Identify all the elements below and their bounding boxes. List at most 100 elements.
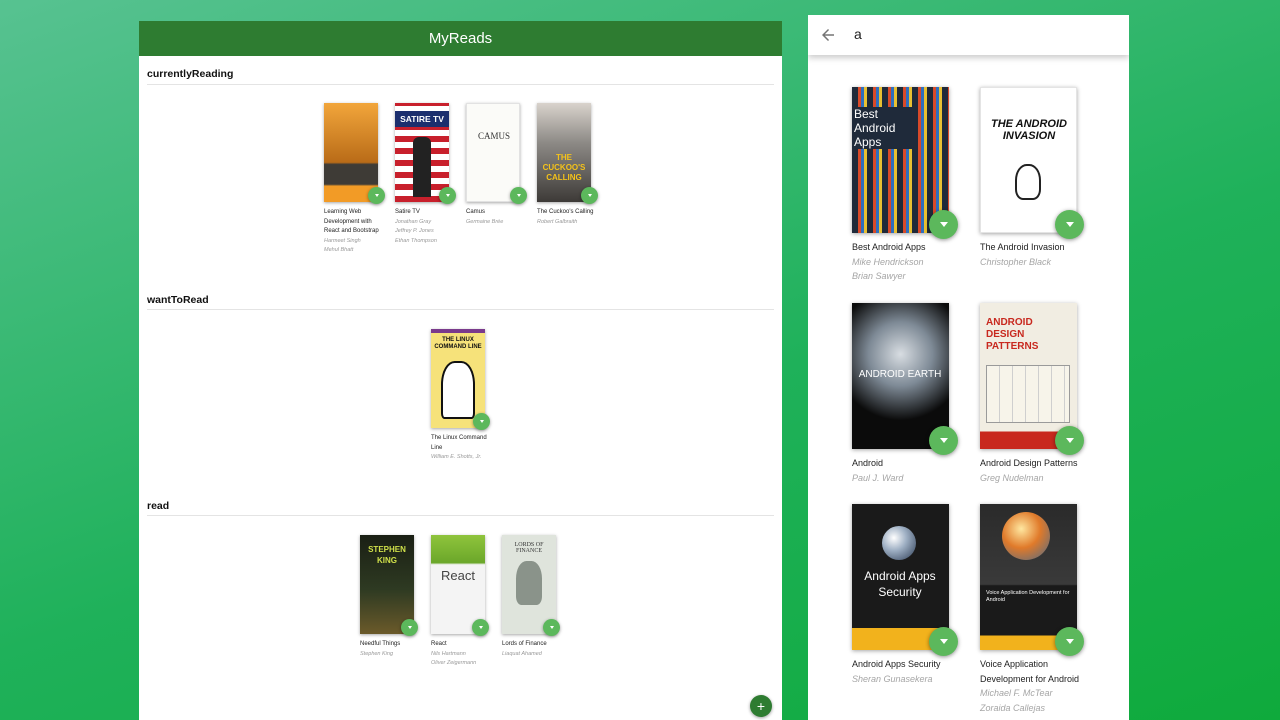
app-header: MyReads <box>139 21 782 56</box>
cover-title: Best Android Apps <box>854 107 914 149</box>
book-title: Camus <box>466 209 486 215</box>
cover-illustration <box>986 365 1070 423</box>
cover-title: ANDROID DESIGN PATTERNS <box>986 317 1039 352</box>
book-cover[interactable] <box>324 103 378 202</box>
book-cover[interactable]: SATIRE TV <box>395 103 449 202</box>
book-author: Oliver Zeigermann <box>431 660 477 666</box>
book-author: Liaquat Ahamed <box>502 650 542 657</box>
shelf-changer-button[interactable] <box>473 413 490 430</box>
book-author: Jonathan Gray <box>395 218 432 225</box>
cover-title: React <box>441 568 475 583</box>
add-book-button[interactable]: + <box>750 695 772 717</box>
shelf-title-want-to-read: wantToRead <box>147 294 209 306</box>
search-result-item[interactable]: ANDROID EARTH Android Paul J. Ward <box>852 303 968 485</box>
cover-illustration <box>441 361 475 419</box>
shelf-changer-button[interactable] <box>929 627 958 656</box>
book-author: Greg Nudelman <box>980 472 1044 483</box>
cover-illustration <box>1015 164 1041 200</box>
cover-illustration <box>1002 512 1050 560</box>
book-author: Sheran Gunasekera <box>852 673 933 684</box>
book-item[interactable]: LORDS OF FINANCE Lords of Finance Liaqua… <box>502 535 564 659</box>
book-title: Satire TV <box>395 209 420 215</box>
shelf-changer-button[interactable] <box>401 619 418 636</box>
book-author: Paul J. Ward <box>852 472 904 483</box>
book-cover[interactable]: Android Apps Security <box>852 504 949 650</box>
book-author: Mehul Bhatt <box>324 247 354 253</box>
book-title: React <box>431 641 447 647</box>
shelf-changer-button[interactable] <box>1055 426 1084 455</box>
shelf-changer-button[interactable] <box>510 187 527 204</box>
book-item[interactable]: SATIRE TV Satire TV Jonathan Gray Jeffre… <box>395 103 457 246</box>
shelf-changer-button[interactable] <box>439 187 456 204</box>
shelf-changer-button[interactable] <box>929 210 958 239</box>
shelf-divider <box>147 515 774 516</box>
shelf-title-read: read <box>147 500 170 512</box>
book-title: Android Design Patterns <box>980 458 1078 468</box>
cover-title: Android Apps Security <box>864 569 936 599</box>
book-title: Needful Things <box>360 641 401 647</box>
book-author: Ethan Thompson <box>395 237 437 244</box>
book-title: Android Apps Security <box>852 659 941 669</box>
cover-illustration <box>516 561 542 605</box>
book-cover[interactable]: Best Android Apps <box>852 87 949 233</box>
book-author: Zoraida Callejas <box>980 702 1046 713</box>
shelf-changer-button[interactable] <box>543 619 560 636</box>
book-item[interactable]: Learning Web Development with React and … <box>324 103 386 256</box>
book-item[interactable]: THE LINUX COMMAND LINE The Linux Command… <box>431 329 493 463</box>
cover-title: LORDS OF FINANCE <box>514 542 544 554</box>
book-title: Android <box>852 458 884 468</box>
book-item[interactable]: THE CUCKOO'S CALLING The Cuckoo's Callin… <box>537 103 599 227</box>
book-author: Christopher Black <box>980 256 1052 267</box>
search-result-item[interactable]: Best Android Apps Best Android Apps Mike… <box>852 87 968 284</box>
book-author: Robert Galbraith <box>537 218 578 225</box>
book-cover[interactable]: CAMUS <box>466 103 520 202</box>
app-title: MyReads <box>428 30 493 47</box>
book-author: Michael F. McTear <box>980 688 1053 698</box>
cover-title: SATIRE TV <box>395 111 449 127</box>
book-author: Brian Sawyer <box>852 271 906 281</box>
book-title: Learning Web Development with React and … <box>324 209 379 234</box>
book-item[interactable]: CAMUS Camus Germaine Brée <box>466 103 528 227</box>
shelf-changer-button[interactable] <box>581 187 598 204</box>
book-item[interactable]: React React Nils Hartmann Oliver Zeigerm… <box>431 535 493 669</box>
book-title: The Android Invasion <box>980 242 1065 252</box>
book-title: Lords of Finance <box>502 641 547 647</box>
search-result-item[interactable]: ANDROID DESIGN PATTERNS Android Design P… <box>980 303 1096 485</box>
shelf-title-currently-reading: currentlyReading <box>147 68 234 80</box>
cover-illustration <box>882 526 916 560</box>
cover-title: STEPHEN KING <box>368 545 406 565</box>
back-arrow-icon[interactable] <box>819 26 837 44</box>
book-cover[interactable]: THE CUCKOO'S CALLING <box>537 103 591 202</box>
cover-title: ANDROID EARTH <box>858 369 942 380</box>
cover-title: CAMUS <box>477 131 510 141</box>
search-input[interactable]: a <box>854 26 862 42</box>
cover-title: THE ANDROID INVASION <box>991 118 1067 142</box>
book-cover[interactable]: ANDROID EARTH <box>852 303 949 449</box>
book-title: The Cuckoo's Calling <box>537 209 594 215</box>
shelf-changer-button[interactable] <box>472 619 489 636</box>
search-result-item[interactable]: Voice Application Development for Androi… <box>980 504 1096 715</box>
shelf-changer-button[interactable] <box>1055 210 1084 239</box>
book-title: Best Android Apps <box>852 242 926 252</box>
book-title: The Linux Command Line <box>431 435 487 451</box>
search-result-item[interactable]: Android Apps Security Android Apps Secur… <box>852 504 968 686</box>
book-author: Stephen King <box>360 650 394 657</box>
book-item[interactable]: STEPHEN KING Needful Things Stephen King <box>360 535 422 659</box>
cover-title: Voice Application Development for Androi… <box>986 590 1070 603</box>
cover-title: THE CUCKOO'S CALLING <box>542 153 586 182</box>
book-author: Nils Hartmann <box>431 650 466 657</box>
shelf-changer-button[interactable] <box>929 426 958 455</box>
cover-stripe <box>431 329 485 333</box>
book-author: Mike Hendrickson <box>852 256 924 267</box>
book-author: Harmeet Singh <box>324 237 361 244</box>
book-author: Germaine Brée <box>466 218 504 225</box>
search-bar: a <box>808 15 1129 55</box>
cover-figure <box>413 137 431 197</box>
search-result-item[interactable]: THE ANDROID INVASION The Android Invasio… <box>980 87 1096 269</box>
shelf-changer-button[interactable] <box>1055 627 1084 656</box>
myreads-panel: MyReads currentlyReading Learning Web De… <box>139 21 782 720</box>
shelf-divider <box>147 84 774 85</box>
book-title: Voice Application Development for Androi… <box>980 659 1080 684</box>
shelf-divider <box>147 309 774 310</box>
shelf-changer-button[interactable] <box>368 187 385 204</box>
